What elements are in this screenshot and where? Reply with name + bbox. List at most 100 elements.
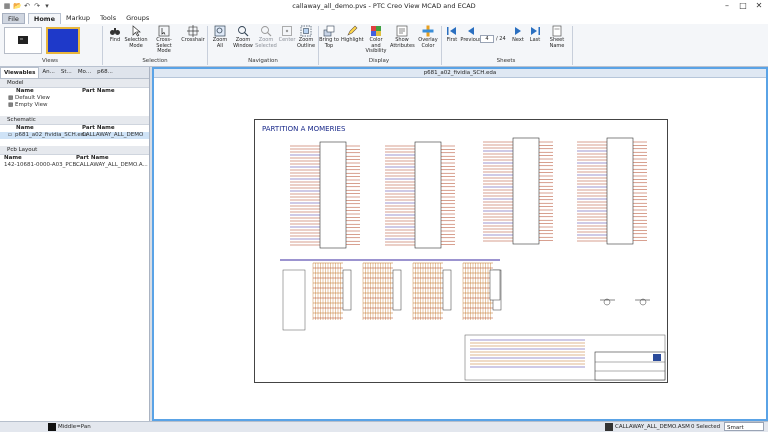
previous-label: Previous [460, 37, 482, 43]
binoculars-icon [110, 28, 120, 35]
tab-structure[interactable]: St... [58, 67, 75, 78]
overlay-color-button[interactable]: Overlay Color [417, 25, 439, 57]
model-section-header[interactable]: Model [0, 79, 149, 88]
ic-symbol [414, 141, 442, 249]
cross-select-mode-button[interactable]: Cross-Select Mode [149, 25, 179, 57]
sheet-name-button[interactable]: Sheet Name [545, 25, 569, 57]
last-icon [531, 27, 540, 35]
table-row[interactable]: ▫ p681_a02_fividia_SCH.eda CALLAWAY_ALL_… [0, 132, 149, 139]
cross-select-icon [158, 25, 170, 37]
viewables-panel: Viewables An... St... Mo... p68... Model… [0, 67, 150, 421]
status-bar: Middle=Pan CALLAWAY_ALL_DEMO.ASM 0 Selec… [0, 421, 768, 432]
zoom-window-label: Zoom Window [233, 37, 253, 49]
schematic-drawing [280, 137, 666, 381]
qat-dropdown-icon[interactable]: ▾ [43, 2, 51, 10]
ribbon-divider [572, 26, 573, 65]
overlay-color-label: Overlay Color [418, 37, 438, 49]
zoom-all-button[interactable]: Zoom All [209, 25, 231, 57]
find-label: Find [109, 37, 121, 43]
minimize-icon[interactable]: – [722, 1, 732, 11]
sheet-number-input[interactable]: 4 [480, 35, 494, 43]
menu-tabs: File Home Markup Tools Groups [0, 12, 768, 24]
list-item[interactable]: ▩ Default View [0, 95, 149, 102]
tab-viewables[interactable]: Viewables [0, 67, 40, 78]
zoom-window-icon [238, 26, 249, 37]
list-item-label: Default View [15, 95, 50, 101]
schematic-section-header[interactable]: Schematic [0, 116, 149, 125]
col-part-name[interactable]: Part Name [82, 88, 115, 95]
center-button[interactable]: Center [276, 25, 298, 57]
show-attributes-button[interactable]: Show Attributes [390, 25, 415, 57]
ic-symbol [442, 269, 452, 311]
schematic-column-header: Name Part Name [0, 125, 149, 132]
mouse-hint: Middle=Pan [58, 424, 91, 430]
ic-symbol [392, 269, 402, 311]
bring-to-top-icon [323, 25, 335, 37]
pcb-column-header: Name Part Name [0, 155, 149, 162]
zoom-selected-button[interactable]: Zoom Selected [255, 25, 277, 57]
view-icon: ▩ [8, 102, 14, 108]
close-icon[interactable]: ✕ [754, 1, 764, 11]
schematic-sheet[interactable]: PARTITION A MOMERIES [254, 119, 668, 383]
selection-mode-label: Selection Mode [124, 37, 148, 49]
ic-symbol [489, 269, 501, 301]
table-row[interactable]: 142-10681-0000-A03_PCB... CALLAWAY_ALL_D… [0, 162, 149, 169]
next-icon [515, 27, 521, 35]
tab-markup[interactable]: Markup [61, 13, 95, 24]
color-visibility-button[interactable]: Color and Visibility [364, 25, 388, 57]
previous-icon [468, 27, 474, 35]
overlay-color-icon [422, 25, 434, 37]
tab-groups[interactable]: Groups [121, 13, 154, 24]
tab-file[interactable]: File [2, 13, 25, 24]
col-part-name[interactable]: Part Name [76, 155, 109, 162]
sheet-total: / 24 [496, 36, 506, 42]
view-thumbnail-empty[interactable] [46, 27, 80, 54]
sheet-name-icon [552, 25, 562, 37]
zoom-window-button[interactable]: Zoom Window [232, 25, 254, 57]
col-name[interactable]: Name [16, 88, 34, 95]
highlight-label: Highlight [341, 37, 364, 43]
app-icon[interactable]: ▦ [3, 2, 11, 10]
crosshair-label: Crosshair [181, 37, 205, 43]
ic-symbol [282, 269, 306, 331]
undo-icon[interactable]: ↶ [23, 2, 31, 10]
tab-annotations[interactable]: An... [39, 67, 58, 78]
pick-mode-select[interactable]: Smart [724, 422, 764, 431]
show-attributes-label: Show Attributes [390, 37, 415, 49]
selection-mode-button[interactable]: Selection Mode [124, 25, 148, 57]
col-name[interactable]: Name [16, 125, 34, 132]
ic-symbol [512, 137, 540, 245]
restore-icon[interactable]: □ [738, 1, 748, 11]
assembly-icon [605, 423, 613, 431]
zoom-all-label: Zoom All [212, 37, 228, 49]
col-name[interactable]: Name [4, 155, 22, 162]
redo-icon[interactable]: ↷ [33, 2, 41, 10]
tab-p68[interactable]: p68... [94, 67, 116, 78]
title-bar: ▦ 📂 ↶ ↷ ▾ callaway_all_demo.pvs - PTC Cr… [0, 0, 768, 12]
group-views-label: Views [42, 58, 58, 64]
last-sheet-button[interactable]: Last [524, 25, 546, 57]
ic-symbol [342, 269, 352, 311]
zoom-outline-button[interactable]: Zoom Outline [296, 25, 316, 57]
bring-to-top-label: Bring to Top [319, 37, 339, 49]
group-display-label: Display [368, 58, 390, 64]
ic-symbol [606, 137, 634, 245]
bring-to-top-button[interactable]: Bring to Top [318, 25, 340, 57]
tab-model[interactable]: Mo... [75, 67, 94, 78]
open-icon[interactable]: 📂 [13, 2, 22, 10]
tab-tools[interactable]: Tools [95, 13, 121, 24]
previous-sheet-button[interactable]: Previous [460, 25, 482, 57]
tab-home[interactable]: Home [27, 13, 61, 24]
center-icon [282, 26, 292, 36]
col-part-name[interactable]: Part Name [82, 125, 115, 132]
list-item[interactable]: ▩ Empty View [0, 102, 149, 109]
schematic-viewer[interactable]: p681_a02_fividia_SCH.eda PARTITION A MOM… [152, 67, 768, 421]
find-button[interactable]: Find [104, 25, 126, 57]
view-thumbnail-default[interactable] [4, 27, 42, 54]
ribbon: Views Find Selection Mode Cross-Select M… [0, 24, 768, 67]
pcb-section-header[interactable]: Pcb Layout [0, 146, 149, 155]
window-title: callaway_all_demo.pvs - PTC Creo View MC… [292, 2, 476, 10]
highlight-button[interactable]: Highlight [341, 25, 364, 57]
crosshair-button[interactable]: Crosshair [181, 25, 205, 57]
